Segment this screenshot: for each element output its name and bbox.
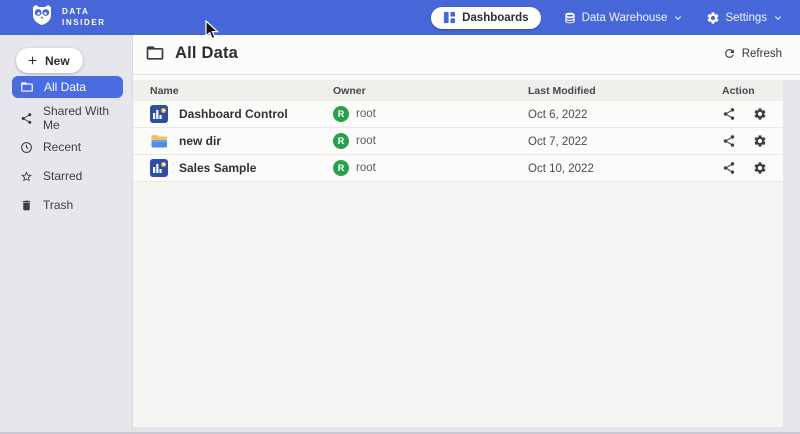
owner-name: root [356, 162, 376, 174]
sidebar-item-label: Recent [43, 140, 81, 154]
settings-menu[interactable]: Settings [706, 11, 784, 25]
star-icon [20, 170, 33, 183]
folder-icon [145, 43, 165, 63]
refresh-button[interactable]: Refresh [723, 47, 782, 60]
folder-file-icon [150, 132, 168, 150]
refresh-label: Refresh [742, 48, 782, 60]
share-icon [20, 112, 33, 125]
settings-action-icon[interactable] [753, 107, 767, 121]
logo-text: DATA INSIDER [62, 7, 106, 29]
sidebar-nav: All Data Shared With Me Recent [0, 75, 133, 220]
new-button[interactable]: New [16, 48, 83, 73]
content-titlebar: All Data Refresh [133, 35, 800, 80]
owl-logo-icon [30, 3, 54, 32]
chevron-down-icon [672, 12, 684, 24]
refresh-icon [723, 47, 736, 60]
share-action-icon[interactable] [722, 107, 736, 121]
column-header-last-modified: Last Modified [528, 85, 722, 97]
app-window: DATA INSIDER Dashboards [0, 0, 800, 434]
sidebar-item-shared-with-me[interactable]: Shared With Me [12, 107, 123, 129]
clock-icon [20, 141, 33, 154]
column-header-owner: Owner [333, 85, 528, 97]
top-navigation: Dashboards Data Warehouse [431, 7, 784, 29]
last-modified-date: Oct 10, 2022 [528, 163, 594, 175]
top-header-bar: DATA INSIDER Dashboards [0, 0, 800, 35]
column-header-name: Name [133, 85, 333, 97]
file-name[interactable]: Dashboard Control [179, 107, 288, 121]
sidebar-item-label: Trash [43, 198, 73, 212]
settings-label: Settings [725, 12, 767, 24]
settings-action-icon[interactable] [753, 134, 767, 148]
sidebar: New All Data Shared With Me [0, 35, 133, 434]
sidebar-item-all-data[interactable]: All Data [12, 76, 123, 98]
file-name[interactable]: Sales Sample [179, 161, 256, 175]
owner-avatar: R [333, 106, 349, 122]
trash-icon [20, 199, 33, 212]
gear-icon [706, 11, 720, 25]
table-row[interactable]: Sales Sample R root Oct 10, 2022 [133, 155, 783, 182]
folder-icon [20, 80, 34, 94]
new-button-label: New [45, 54, 70, 68]
share-action-icon[interactable] [722, 161, 736, 175]
data-warehouse-label: Data Warehouse [582, 12, 668, 24]
share-action-icon[interactable] [722, 134, 736, 148]
dashboards-button[interactable]: Dashboards [431, 7, 540, 29]
sidebar-item-label: All Data [44, 80, 86, 94]
column-header-action: Action [722, 85, 783, 97]
table-header-row: Name Owner Last Modified Action [133, 80, 783, 101]
sidebar-item-recent[interactable]: Recent [12, 136, 123, 158]
dashboards-label: Dashboards [462, 12, 528, 24]
app-logo: DATA INSIDER [30, 3, 106, 32]
sidebar-item-trash[interactable]: Trash [12, 194, 123, 216]
sidebar-item-starred[interactable]: Starred [12, 165, 123, 187]
chevron-down-icon [772, 12, 784, 24]
settings-action-icon[interactable] [753, 161, 767, 175]
table-row[interactable]: Dashboard Control R root Oct 6, 2022 [133, 101, 783, 128]
data-warehouse-menu[interactable]: Data Warehouse [563, 11, 685, 25]
titlebar-divider [133, 74, 800, 75]
last-modified-date: Oct 6, 2022 [528, 109, 587, 121]
dashboard-file-icon [150, 105, 168, 123]
sidebar-item-label: Shared With Me [43, 104, 123, 132]
owner-avatar: R [333, 160, 349, 176]
page-title: All Data [175, 44, 238, 63]
dashboard-grid-icon [443, 11, 456, 24]
database-icon [563, 11, 577, 25]
dashboard-file-icon [150, 159, 168, 177]
plus-icon [26, 54, 39, 67]
table-row[interactable]: new dir R root Oct 7, 2022 [133, 128, 783, 155]
file-name[interactable]: new dir [179, 134, 221, 148]
last-modified-date: Oct 7, 2022 [528, 136, 587, 148]
file-table: Name Owner Last Modified Action [133, 80, 783, 427]
owner-name: root [356, 108, 376, 120]
sidebar-item-label: Starred [43, 169, 82, 183]
owner-name: root [356, 135, 376, 147]
owner-avatar: R [333, 133, 349, 149]
